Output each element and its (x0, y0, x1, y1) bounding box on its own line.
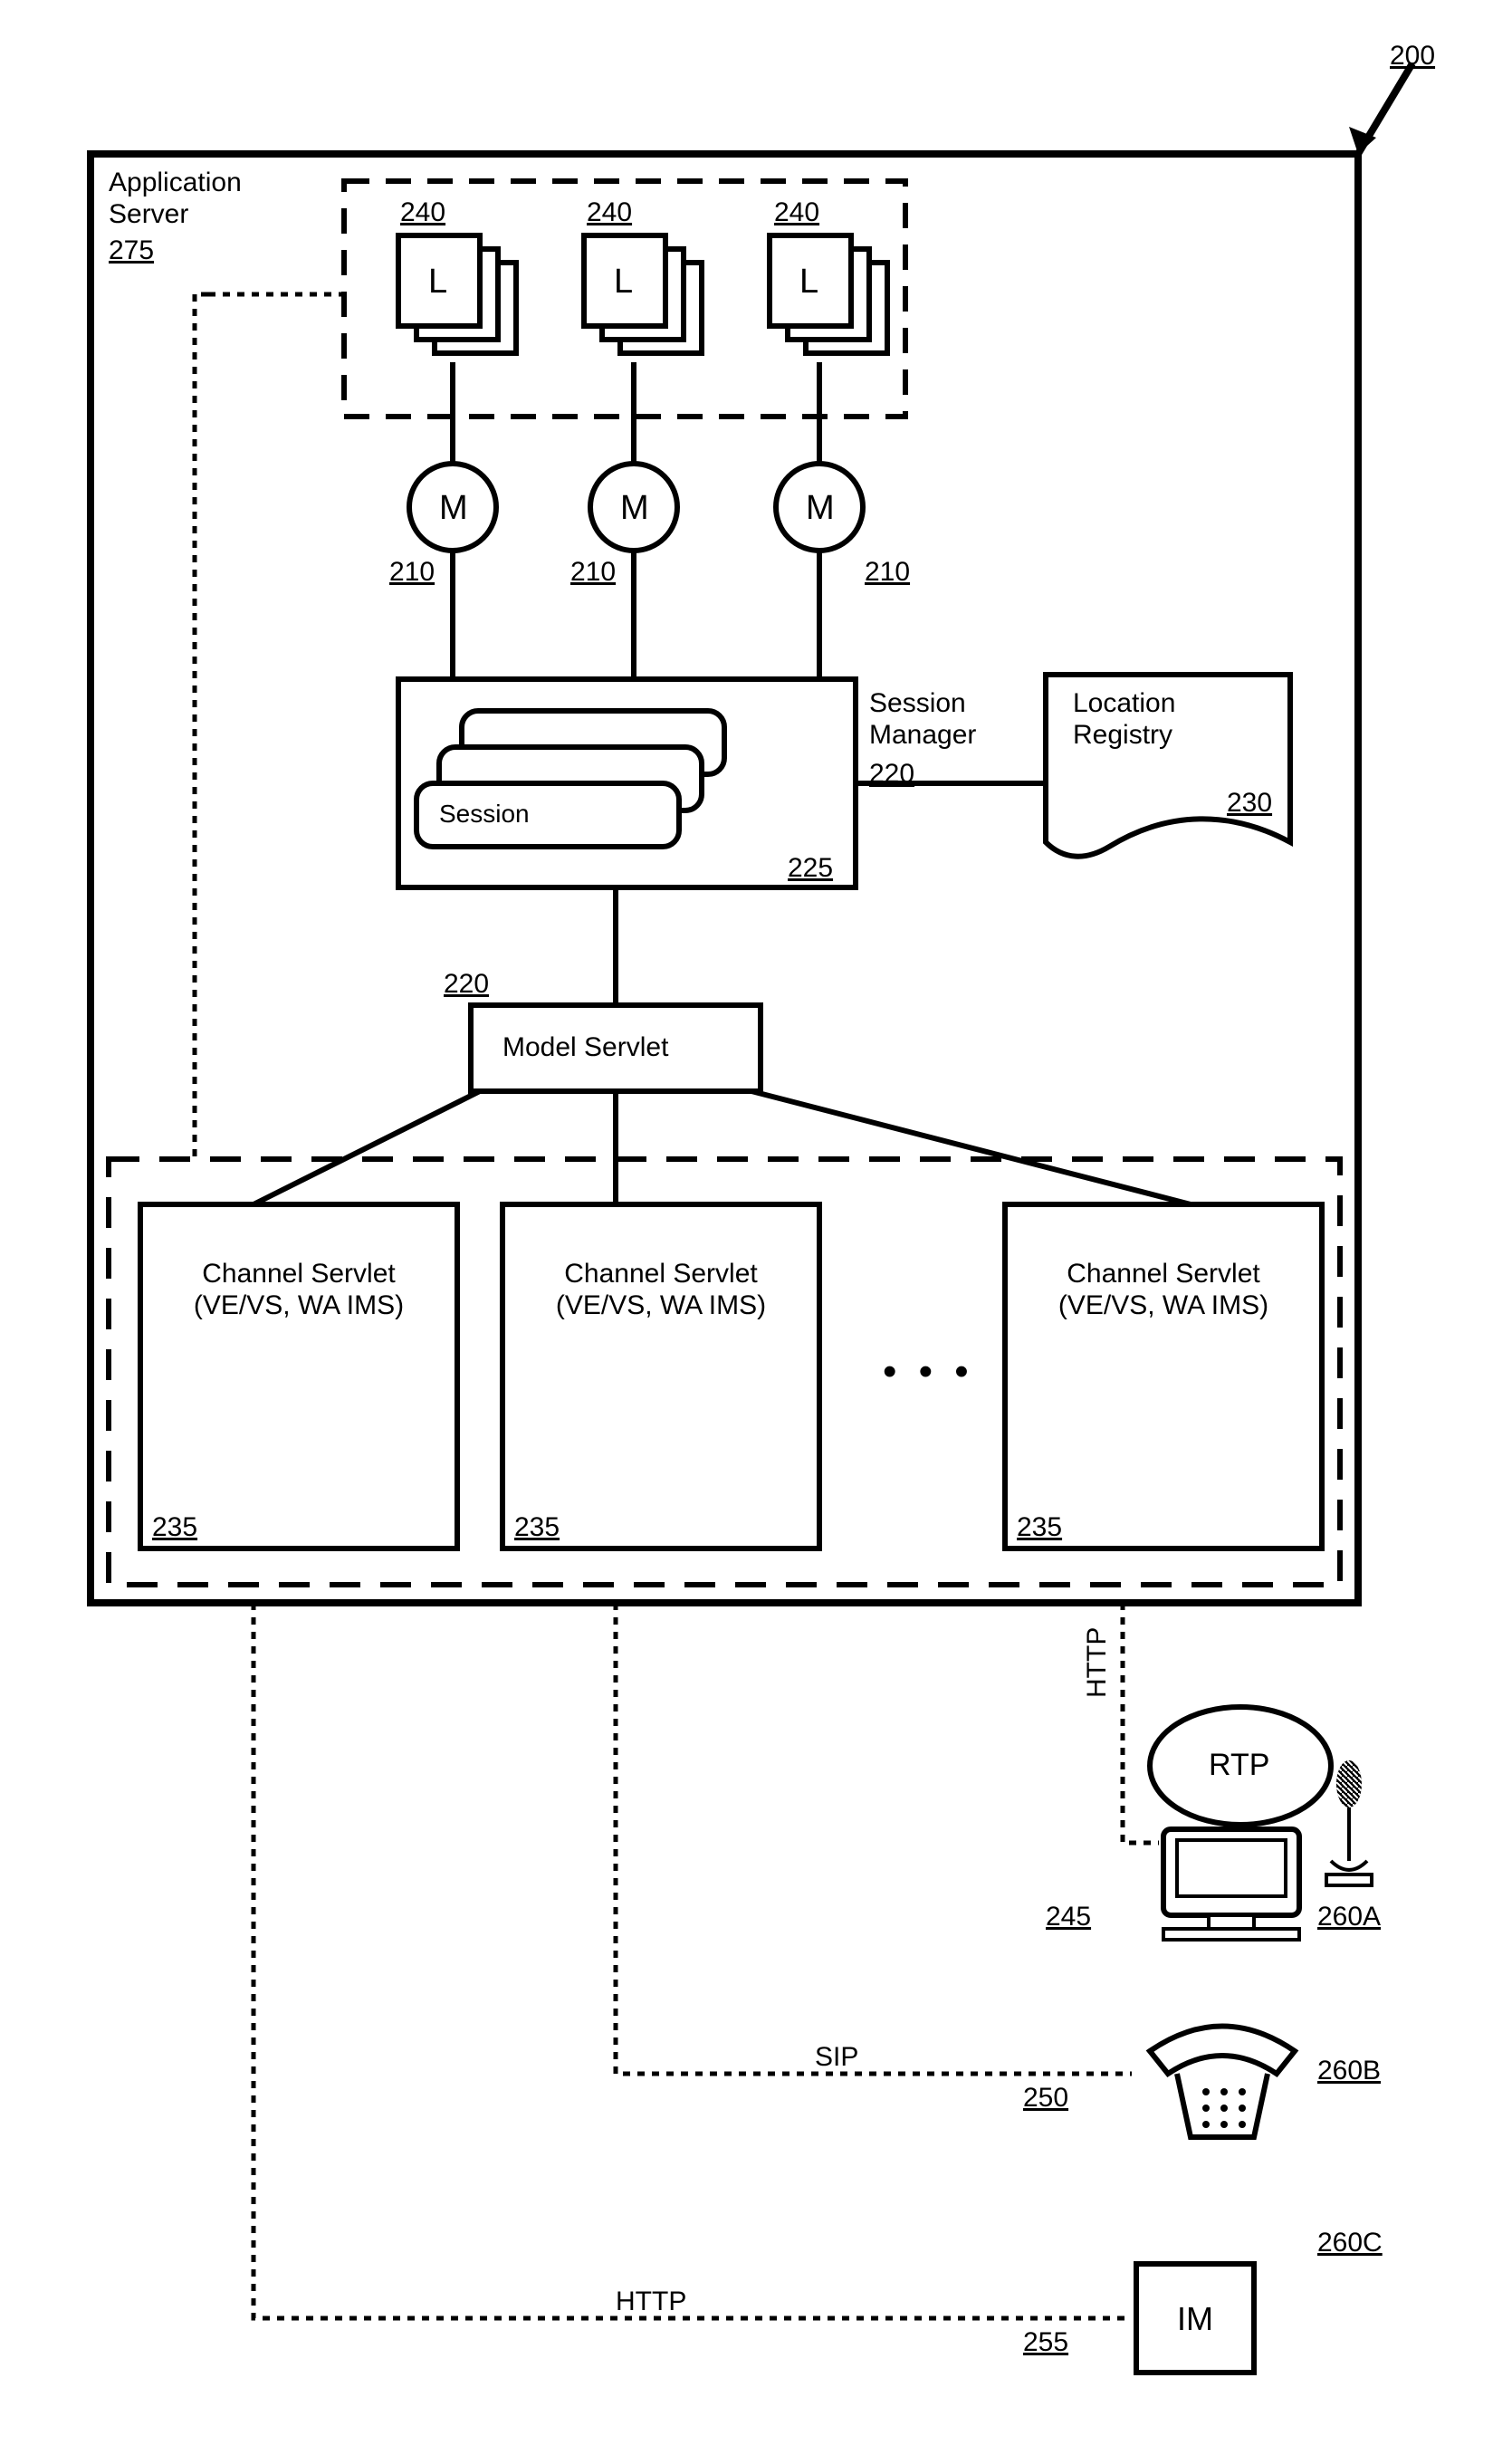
channel-num-2: 235 (514, 1512, 560, 1544)
model-servlet-label: Model Servlet (502, 1032, 668, 1064)
channel-servlet-label-2: Channel Servlet (VE/VS, WA IMS) (530, 1259, 792, 1321)
im-label: IM (1177, 2300, 1213, 2337)
im-line-num: 255 (1023, 2327, 1068, 2359)
channel-num-1: 235 (152, 1512, 197, 1544)
session-manager-num: 220 (869, 759, 914, 791)
system-ref: 200 (1390, 41, 1435, 72)
proto-http-1: HTTP (1082, 1627, 1114, 1698)
channel-servlet-label-3: Channel Servlet (VE/VS, WA IMS) (1032, 1259, 1295, 1321)
rtp-label: RTP (1209, 1748, 1269, 1783)
session-stack-num: 225 (788, 853, 833, 885)
m-num-1: 210 (389, 557, 435, 589)
location-registry-num: 230 (1227, 788, 1272, 820)
phone-num: 260B (1317, 2056, 1381, 2087)
session-label: Session (439, 800, 530, 829)
l-num-1: 240 (400, 197, 445, 229)
proto-http-2: HTTP (616, 2287, 686, 2318)
l-label-3: L (799, 263, 818, 302)
location-registry-label: Location Registry (1073, 688, 1175, 751)
ellipsis: • • • (883, 1349, 974, 1395)
app-server-label: Application Server (109, 168, 242, 230)
diagram-svg (0, 0, 1512, 2445)
l-num-3: 240 (774, 197, 819, 229)
rtp-num: 245 (1046, 1902, 1091, 1933)
model-servlet-num: 220 (444, 969, 489, 1001)
phone-line-num: 250 (1023, 2083, 1068, 2114)
m-num-2: 210 (570, 557, 616, 589)
m-label-1: M (439, 489, 468, 529)
session-manager-label: Session Manager (869, 688, 976, 751)
m-label-3: M (806, 489, 835, 529)
app-server-num: 275 (109, 235, 154, 267)
channel-num-3: 235 (1017, 1512, 1062, 1544)
im-box-num: 260C (1317, 2228, 1383, 2259)
channel-servlet-label-1: Channel Servlet (VE/VS, WA IMS) (167, 1259, 430, 1321)
m-label-2: M (620, 489, 649, 529)
proto-sip: SIP (815, 2042, 858, 2074)
computer-a-num: 260A (1317, 1902, 1381, 1933)
m-num-3: 210 (865, 557, 910, 589)
l-num-2: 240 (587, 197, 632, 229)
l-label-2: L (614, 263, 633, 302)
l-label-1: L (428, 263, 447, 302)
